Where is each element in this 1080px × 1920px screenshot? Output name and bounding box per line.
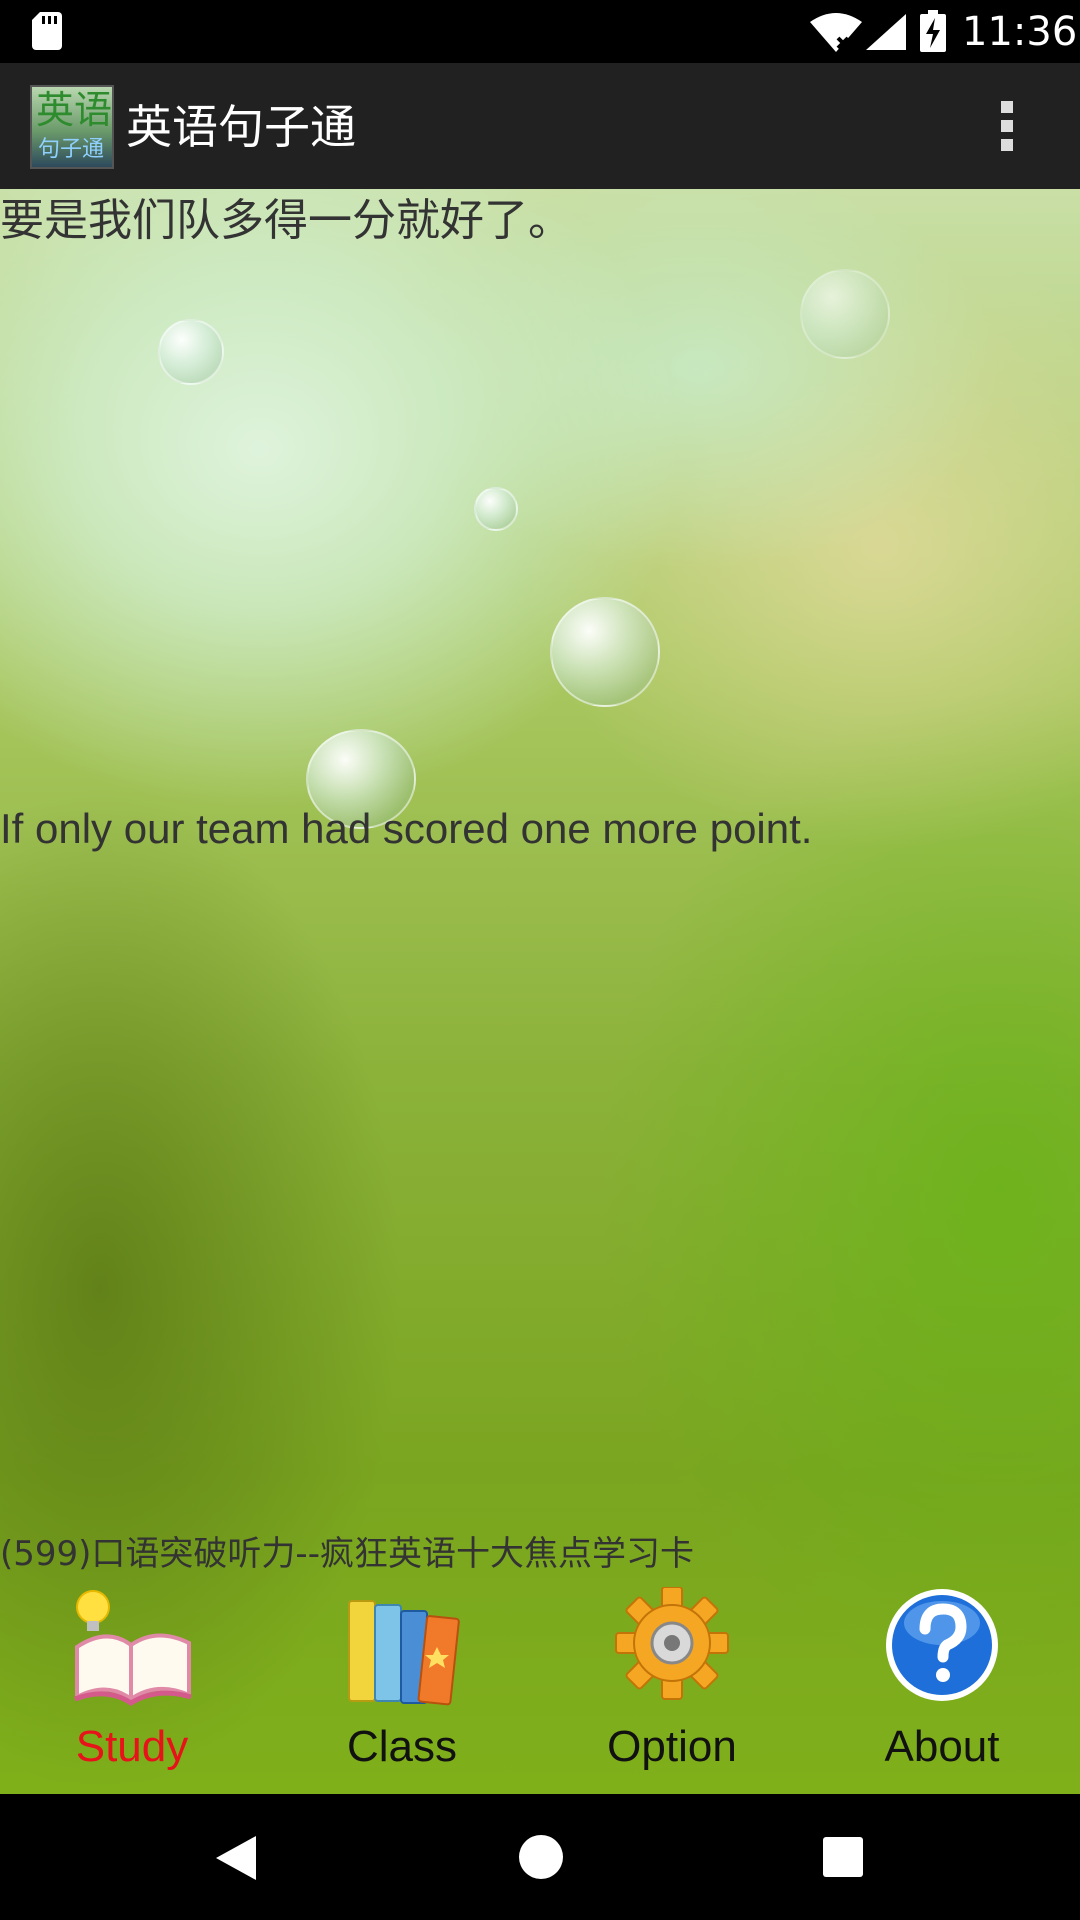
tab-label: About: [884, 1722, 1000, 1771]
lesson-title: (599)口语突破听力--疯狂英语十大焦点学习卡: [0, 1534, 694, 1574]
tab-label: Option: [607, 1722, 737, 1771]
help-icon: [886, 1589, 998, 1701]
navigation-bar: [0, 1794, 1080, 1920]
home-icon[interactable]: [519, 1835, 563, 1879]
status-clock: 11:36: [962, 9, 1078, 55]
tab-label: Study: [75, 1722, 189, 1771]
logo-text-bottom: 句子通: [38, 137, 105, 162]
tab-about[interactable]: About: [842, 1587, 1042, 1787]
sentence-panel: 要是我们队多得一分就好了。 If only our team had score…: [0, 189, 1080, 1794]
water-drop: [550, 597, 660, 707]
status-bar: 11:36: [0, 0, 1080, 63]
battery-charging-icon: [920, 10, 946, 52]
app-title: 英语句子通: [126, 100, 356, 154]
app-logo-icon: 英语 句子通: [30, 85, 114, 169]
logo-text-top: 英语: [36, 88, 113, 132]
app-bar: 英语 句子通 英语句子通: [0, 63, 1080, 189]
tab-class[interactable]: Class: [302, 1587, 502, 1787]
tab-study[interactable]: Study: [32, 1587, 232, 1787]
water-drop: [474, 487, 518, 531]
books-icon: [348, 1600, 460, 1706]
tab-option[interactable]: Option: [572, 1587, 772, 1787]
overflow-menu-icon[interactable]: [990, 95, 1024, 157]
sd-card-icon: [32, 12, 62, 50]
gear-icon: [615, 1587, 729, 1700]
chinese-sentence: 要是我们队多得一分就好了。: [0, 195, 572, 246]
wifi-icon: [810, 13, 862, 52]
tab-label: Class: [346, 1722, 458, 1771]
english-sentence: If only our team had scored one more poi…: [0, 805, 813, 852]
signal-icon: [866, 14, 906, 50]
back-icon[interactable]: [214, 1834, 258, 1882]
recents-icon[interactable]: [823, 1837, 863, 1877]
open-book-lightbulb-icon: [74, 1590, 192, 1706]
water-drop: [158, 319, 224, 385]
water-drop: [800, 269, 890, 359]
